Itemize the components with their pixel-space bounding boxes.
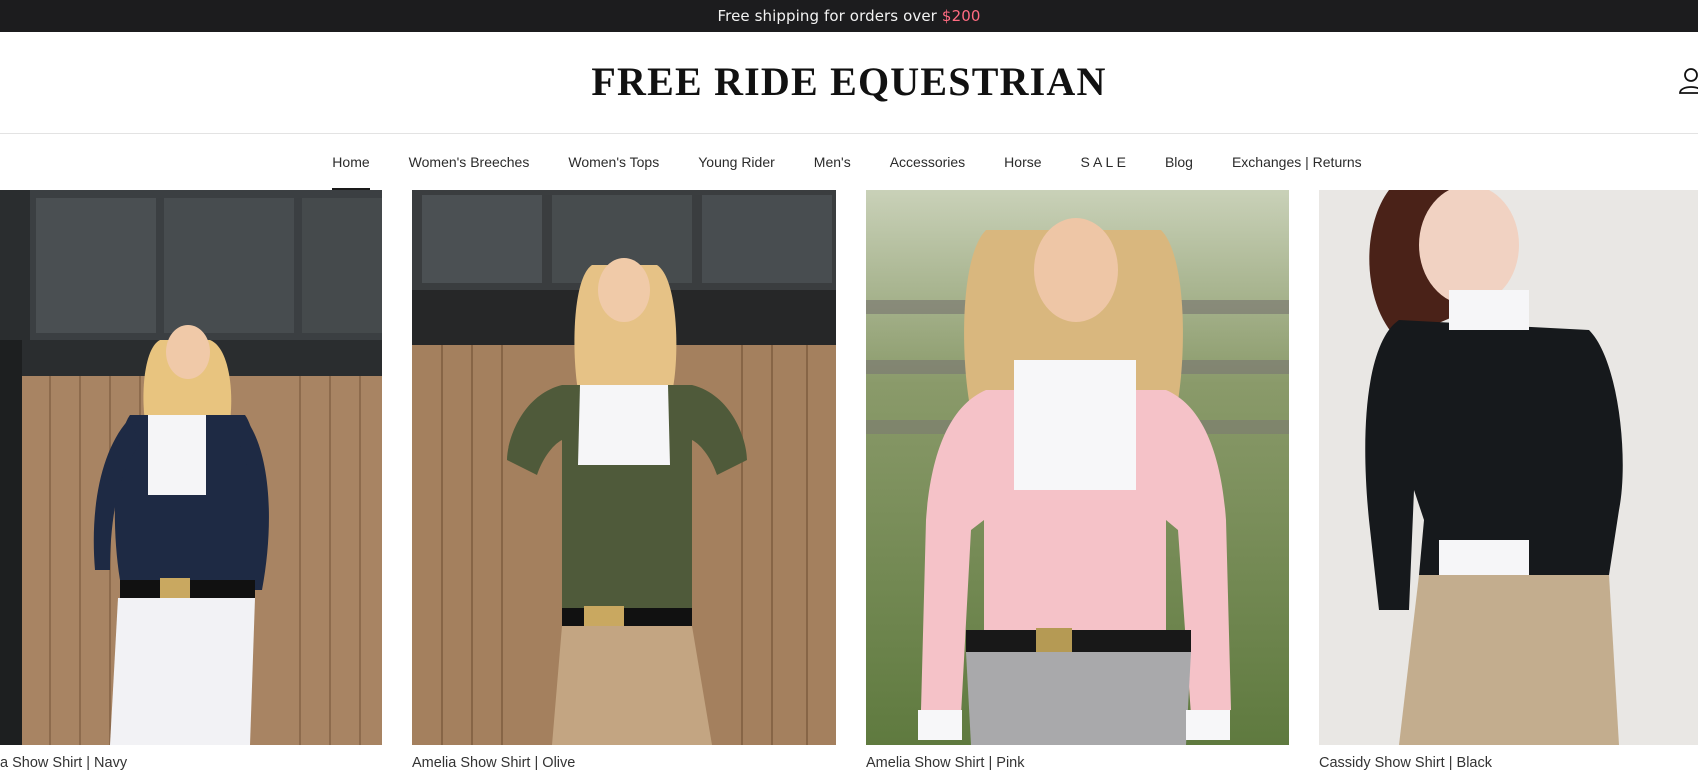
product-title[interactable]: Cassidy Show Shirt | Black: [1319, 755, 1492, 771]
product-image[interactable]: [866, 190, 1289, 745]
product-card[interactable]: Amelia Show Shirt | Pink: [866, 190, 1289, 781]
nav-item-exchanges-returns[interactable]: Exchanges | Returns: [1212, 134, 1381, 190]
site-header: FREE RIDE EQUESTRIAN: [0, 32, 1698, 134]
nav-item-womens-tops[interactable]: Women's Tops: [549, 134, 679, 190]
product-image[interactable]: [1319, 190, 1698, 745]
announcement-text: Free shipping for orders over: [717, 7, 937, 25]
nav-item-home[interactable]: Home: [313, 134, 389, 190]
nav-item-accessories[interactable]: Accessories: [870, 134, 984, 190]
site-logo[interactable]: FREE RIDE EQUESTRIAN: [0, 58, 1698, 105]
product-card[interactable]: a Show Shirt | Navy: [0, 190, 382, 781]
product-grid: a Show Shirt | Navy Amelia Show Shirt | …: [0, 190, 1698, 781]
product-card[interactable]: Amelia Show Shirt | Olive: [412, 190, 836, 781]
main-nav: Home Women's Breeches Women's Tops Young…: [0, 134, 1698, 190]
product-title[interactable]: Amelia Show Shirt | Pink: [866, 755, 1025, 771]
nav-item-horse[interactable]: Horse: [985, 134, 1061, 190]
nav-item-sale[interactable]: S A L E: [1061, 134, 1145, 190]
nav-item-womens-breeches[interactable]: Women's Breeches: [389, 134, 549, 190]
product-image[interactable]: [0, 190, 382, 745]
user-icon[interactable]: [1678, 66, 1698, 96]
product-title[interactable]: a Show Shirt | Navy: [0, 755, 127, 771]
announcement-bar: Free shipping for orders over $200: [0, 0, 1698, 32]
product-card[interactable]: Cassidy Show Shirt | Black: [1319, 190, 1698, 781]
product-image[interactable]: [412, 190, 836, 745]
product-title[interactable]: Amelia Show Shirt | Olive: [412, 755, 575, 771]
nav-item-blog[interactable]: Blog: [1145, 134, 1212, 190]
announcement-amount: $200: [941, 7, 981, 25]
nav-item-mens[interactable]: Men's: [794, 134, 870, 190]
nav-item-young-rider[interactable]: Young Rider: [679, 134, 795, 190]
